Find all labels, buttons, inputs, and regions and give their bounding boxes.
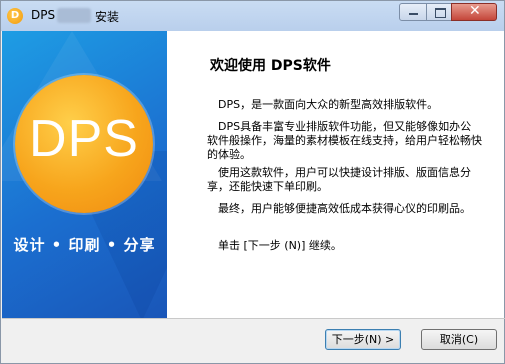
dps-logo: DPS (15, 75, 153, 213)
title-redacted-area (57, 8, 91, 23)
welcome-panel: 欢迎使用 DPS软件 DPS，是一款面向大众的新型高效排版软件。 DPS具备丰富… (167, 31, 504, 318)
page-title: 欢迎使用 DPS软件 (210, 58, 331, 74)
installer-banner: DPS 设计 • 印刷 • 分享 (2, 31, 167, 318)
cancel-button[interactable]: 取消(C) (421, 329, 497, 350)
footer-divider (2, 318, 505, 319)
close-button[interactable]: ✕ (451, 3, 497, 21)
features-paragraph: DPS具备丰富专业排版软件功能，但又能够像如办公软件般操作，海量的素材模板在线支… (207, 120, 482, 161)
result-paragraph: 最终，用户能够便捷高效低成本获得心仪的印刷品。 (218, 202, 471, 215)
window-title-suffix: 安装 (95, 10, 120, 24)
window-title: DPS (31, 8, 56, 22)
minimize-icon (409, 13, 418, 15)
logo-text: DPS (29, 110, 139, 168)
usage-paragraph: 使用这款软件，用户可以快捷设计排版、版面信息分享，还能快速下单印刷。 (207, 166, 471, 193)
title-bar[interactable]: D DPS 安装 ✕ (1, 1, 504, 31)
banner-slogan: 设计 • 印刷 • 分享 (13, 236, 156, 254)
minimize-button[interactable] (399, 3, 427, 21)
installer-window: D DPS 安装 ✕ DPS 设计 • 印刷 • 分享 欢迎使用 DPS软件 D… (0, 0, 505, 364)
maximize-button[interactable] (426, 3, 452, 21)
close-icon: ✕ (469, 3, 481, 19)
app-logo-icon: D (7, 8, 23, 24)
next-button[interactable]: 下一步(N) > (325, 329, 401, 350)
instruction-paragraph: 单击 [下一步 (N)] 继续。 (218, 239, 342, 252)
maximize-icon (435, 8, 446, 18)
intro-paragraph: DPS，是一款面向大众的新型高效排版软件。 (218, 98, 439, 111)
